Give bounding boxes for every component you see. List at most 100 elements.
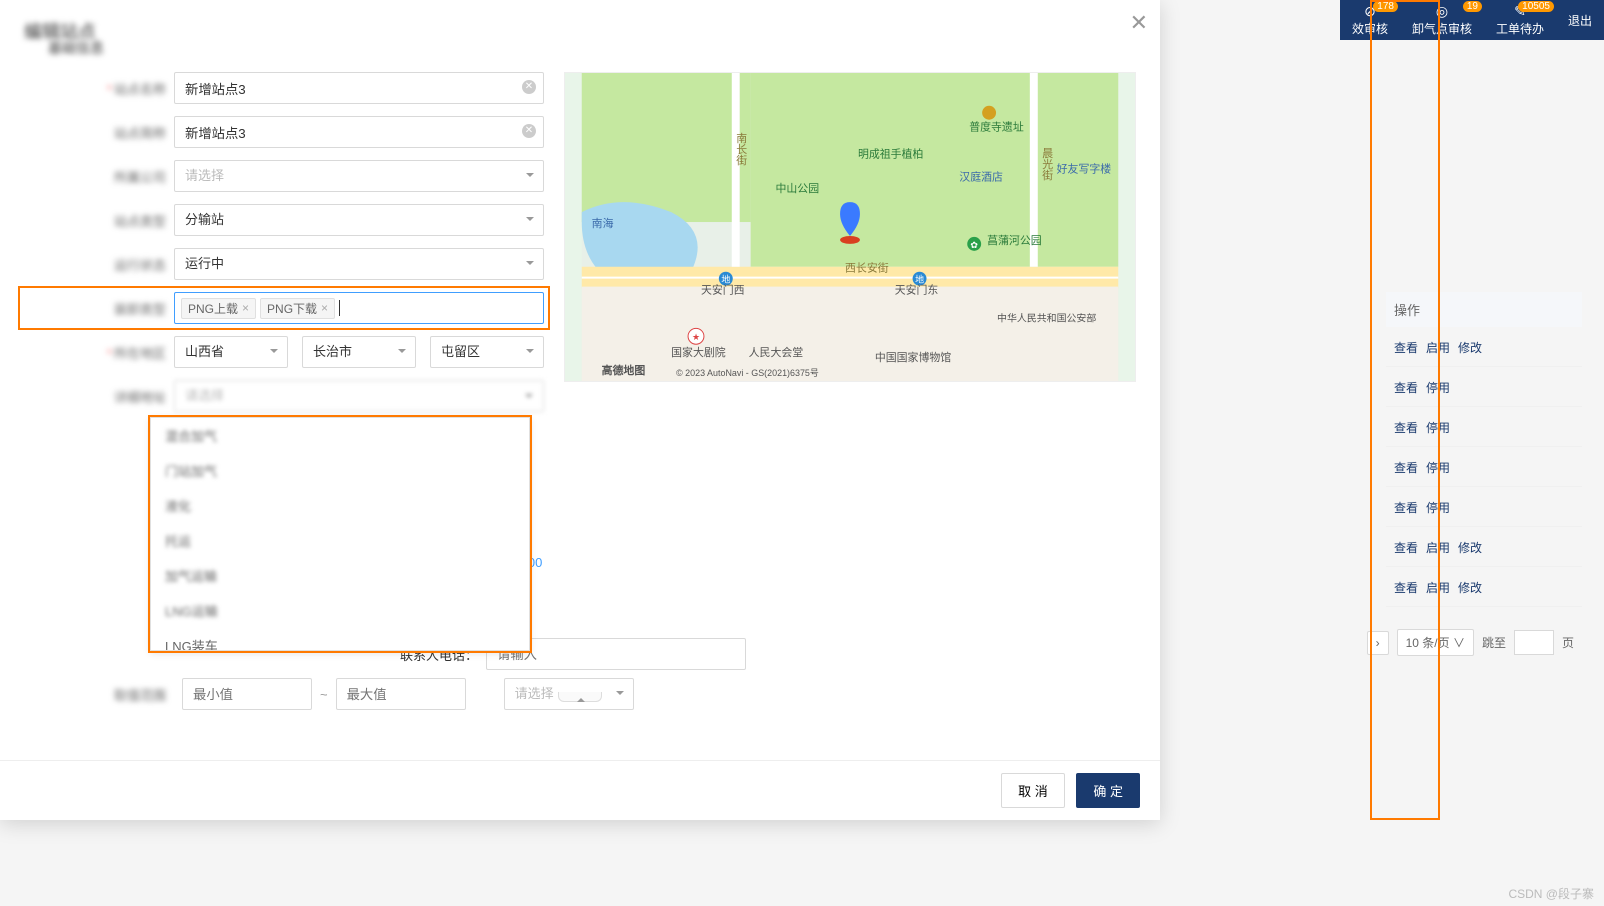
map-view[interactable]: 地 地 ✿ ★ 南长街 西长安街 晨光街 中山公园 明成祖手植柏 普度寺遗址 菖…	[564, 72, 1136, 382]
tag-remove-icon[interactable]: ×	[321, 301, 328, 315]
svg-text:地: 地	[721, 274, 730, 285]
table-row: 查看停用	[1386, 489, 1582, 527]
dropdown-option[interactable]: 门站加气	[151, 453, 529, 488]
company-select[interactable]: 请选择	[174, 160, 544, 192]
site-type-select[interactable]: 分输站	[174, 204, 544, 236]
bg-header: ⊘178效审核 ◎19卸气点审核 ✎10505工单待办 退出	[1340, 0, 1604, 40]
site-short-input[interactable]	[174, 116, 544, 148]
edit-link[interactable]: 修改	[1458, 581, 1482, 595]
range-min-input[interactable]	[182, 678, 312, 710]
modal-footer: 取 消 确 定	[0, 760, 1160, 820]
next-page-button[interactable]: ›	[1367, 631, 1389, 655]
header-item-logout[interactable]: 退出	[1556, 12, 1604, 29]
field-label: 详细地址	[24, 387, 174, 406]
header-item-gas[interactable]: ◎19卸气点审核	[1400, 3, 1484, 37]
range-max-input[interactable]	[336, 678, 466, 710]
field-label: 运行状态	[24, 255, 174, 274]
chevron-down-icon: ∨	[1453, 636, 1465, 650]
dropdown-option[interactable]: 加气运输	[151, 558, 529, 593]
table-row: 查看启用修改	[1386, 529, 1582, 567]
map-canvas: 地 地 ✿ ★ 南长街 西长安街 晨光街 中山公园 明成祖手植柏 普度寺遗址 菖…	[565, 73, 1135, 381]
text-cursor	[339, 300, 340, 316]
ok-button[interactable]: 确 定	[1076, 773, 1140, 808]
watermark: CSDN @段子寨	[1508, 885, 1594, 902]
svg-text:南海: 南海	[592, 216, 614, 230]
collapse-handle[interactable]	[558, 692, 602, 702]
section-title: 基础信息	[48, 38, 1136, 58]
disable-link[interactable]: 停用	[1426, 421, 1450, 435]
page-size-select[interactable]: 10 条/页 ∨	[1397, 629, 1474, 656]
table-row: 查看启用修改	[1386, 569, 1582, 607]
header-item-audit[interactable]: ⊘178效审核	[1340, 3, 1400, 37]
svg-text:地: 地	[915, 274, 924, 285]
bg-pager: › 10 条/页 ∨ 跳至 页	[1367, 629, 1574, 656]
view-link[interactable]: 查看	[1394, 541, 1418, 555]
dropdown-option[interactable]: 液化	[151, 488, 529, 523]
svg-text:中山公园: 中山公园	[775, 182, 819, 195]
city-select[interactable]: 长治市	[302, 336, 416, 368]
disable-link[interactable]: 停用	[1426, 501, 1450, 515]
load-type-multiselect[interactable]: PNG上载× PNG下载×	[174, 292, 544, 324]
tag-remove-icon[interactable]: ×	[242, 301, 249, 315]
view-link[interactable]: 查看	[1394, 501, 1418, 515]
view-link[interactable]: 查看	[1394, 341, 1418, 355]
table-row: 查看停用	[1386, 369, 1582, 407]
enable-link[interactable]: 启用	[1426, 341, 1450, 355]
cancel-button[interactable]: 取 消	[1001, 773, 1065, 808]
site-name-input[interactable]	[174, 72, 544, 104]
svg-text:南长街: 南长街	[735, 132, 747, 166]
enable-link[interactable]: 启用	[1426, 541, 1450, 555]
view-link[interactable]: 查看	[1394, 421, 1418, 435]
table-row: 查看停用	[1386, 449, 1582, 487]
svg-text:菖蒲河公园: 菖蒲河公园	[987, 233, 1042, 247]
svg-text:汉庭酒店: 汉庭酒店	[959, 169, 1003, 183]
svg-text:国家大剧院: 国家大剧院	[671, 345, 726, 359]
form-left: 站点名称 ✕ 站点简称 ✕ 所属公司 请选择 站点类型 分输站 运行状态	[24, 72, 544, 424]
svg-text:人民大会堂: 人民大会堂	[749, 345, 804, 359]
address-select[interactable]: 请选择	[174, 380, 544, 412]
svg-text:© 2023 AutoNavi - GS(2021)6375: © 2023 AutoNavi - GS(2021)6375号	[676, 368, 819, 378]
table-row: 查看停用	[1386, 409, 1582, 447]
edit-link[interactable]: 修改	[1458, 341, 1482, 355]
province-select[interactable]: 山西省	[174, 336, 288, 368]
svg-text:西长安街: 西长安街	[845, 261, 889, 275]
dropdown-option[interactable]: 混合加气	[151, 418, 529, 453]
svg-text:天安门西: 天安门西	[701, 283, 745, 297]
dropdown-option[interactable]: 托运	[151, 523, 529, 558]
dropdown-option[interactable]: LNG装车	[151, 628, 529, 650]
field-label: 站点类型	[24, 211, 174, 230]
status-select[interactable]: 运行中	[174, 248, 544, 280]
field-label: 站点名称	[24, 79, 174, 98]
edit-modal: ✕ 编辑站点 基础信息 站点名称 ✕ 站点简称 ✕ 所属公司 请选择 站点类型	[0, 0, 1160, 820]
clear-icon[interactable]: ✕	[522, 80, 536, 94]
svg-text:★: ★	[692, 332, 700, 342]
svg-text:普度寺遗址: 普度寺遗址	[969, 120, 1024, 134]
page-unit: 页	[1562, 634, 1574, 651]
load-type-dropdown[interactable]: 混合加气 门站加气 液化 托运 加气运输 LNG运输 LNG装车 PNG上载	[150, 417, 530, 651]
disable-link[interactable]: 停用	[1426, 461, 1450, 475]
field-label: 所属公司	[24, 167, 174, 186]
clear-icon[interactable]: ✕	[522, 124, 536, 138]
view-link[interactable]: 查看	[1394, 381, 1418, 395]
bg-table: 操作 查看启用修改 查看停用 查看停用 查看停用 查看停用 查看启用修改 查看启…	[1384, 290, 1584, 609]
field-label: 取值范围	[24, 685, 174, 704]
dropdown-option[interactable]: LNG运输	[151, 593, 529, 628]
svg-text:中国国家博物馆: 中国国家博物馆	[875, 350, 951, 364]
field-label: 所在地区	[24, 343, 174, 362]
district-select[interactable]: 屯留区	[430, 336, 544, 368]
field-label: 装卸类型	[24, 299, 174, 318]
svg-text:明成祖手植柏: 明成祖手植柏	[858, 146, 923, 160]
svg-text:中华人民共和国公安部: 中华人民共和国公安部	[997, 311, 1096, 324]
view-link[interactable]: 查看	[1394, 461, 1418, 475]
edit-link[interactable]: 修改	[1458, 541, 1482, 555]
svg-text:晨光街: 晨光街	[1041, 147, 1053, 181]
header-item-ticket[interactable]: ✎10505工单待办	[1484, 3, 1556, 37]
enable-link[interactable]: 启用	[1426, 581, 1450, 595]
disable-link[interactable]: 停用	[1426, 381, 1450, 395]
svg-text:✿: ✿	[970, 240, 978, 250]
jump-input[interactable]	[1514, 630, 1554, 655]
svg-text:好友写字楼: 好友写字楼	[1057, 161, 1112, 175]
field-label: 站点简称	[24, 123, 174, 142]
col-header-ops: 操作	[1386, 292, 1582, 327]
view-link[interactable]: 查看	[1394, 581, 1418, 595]
